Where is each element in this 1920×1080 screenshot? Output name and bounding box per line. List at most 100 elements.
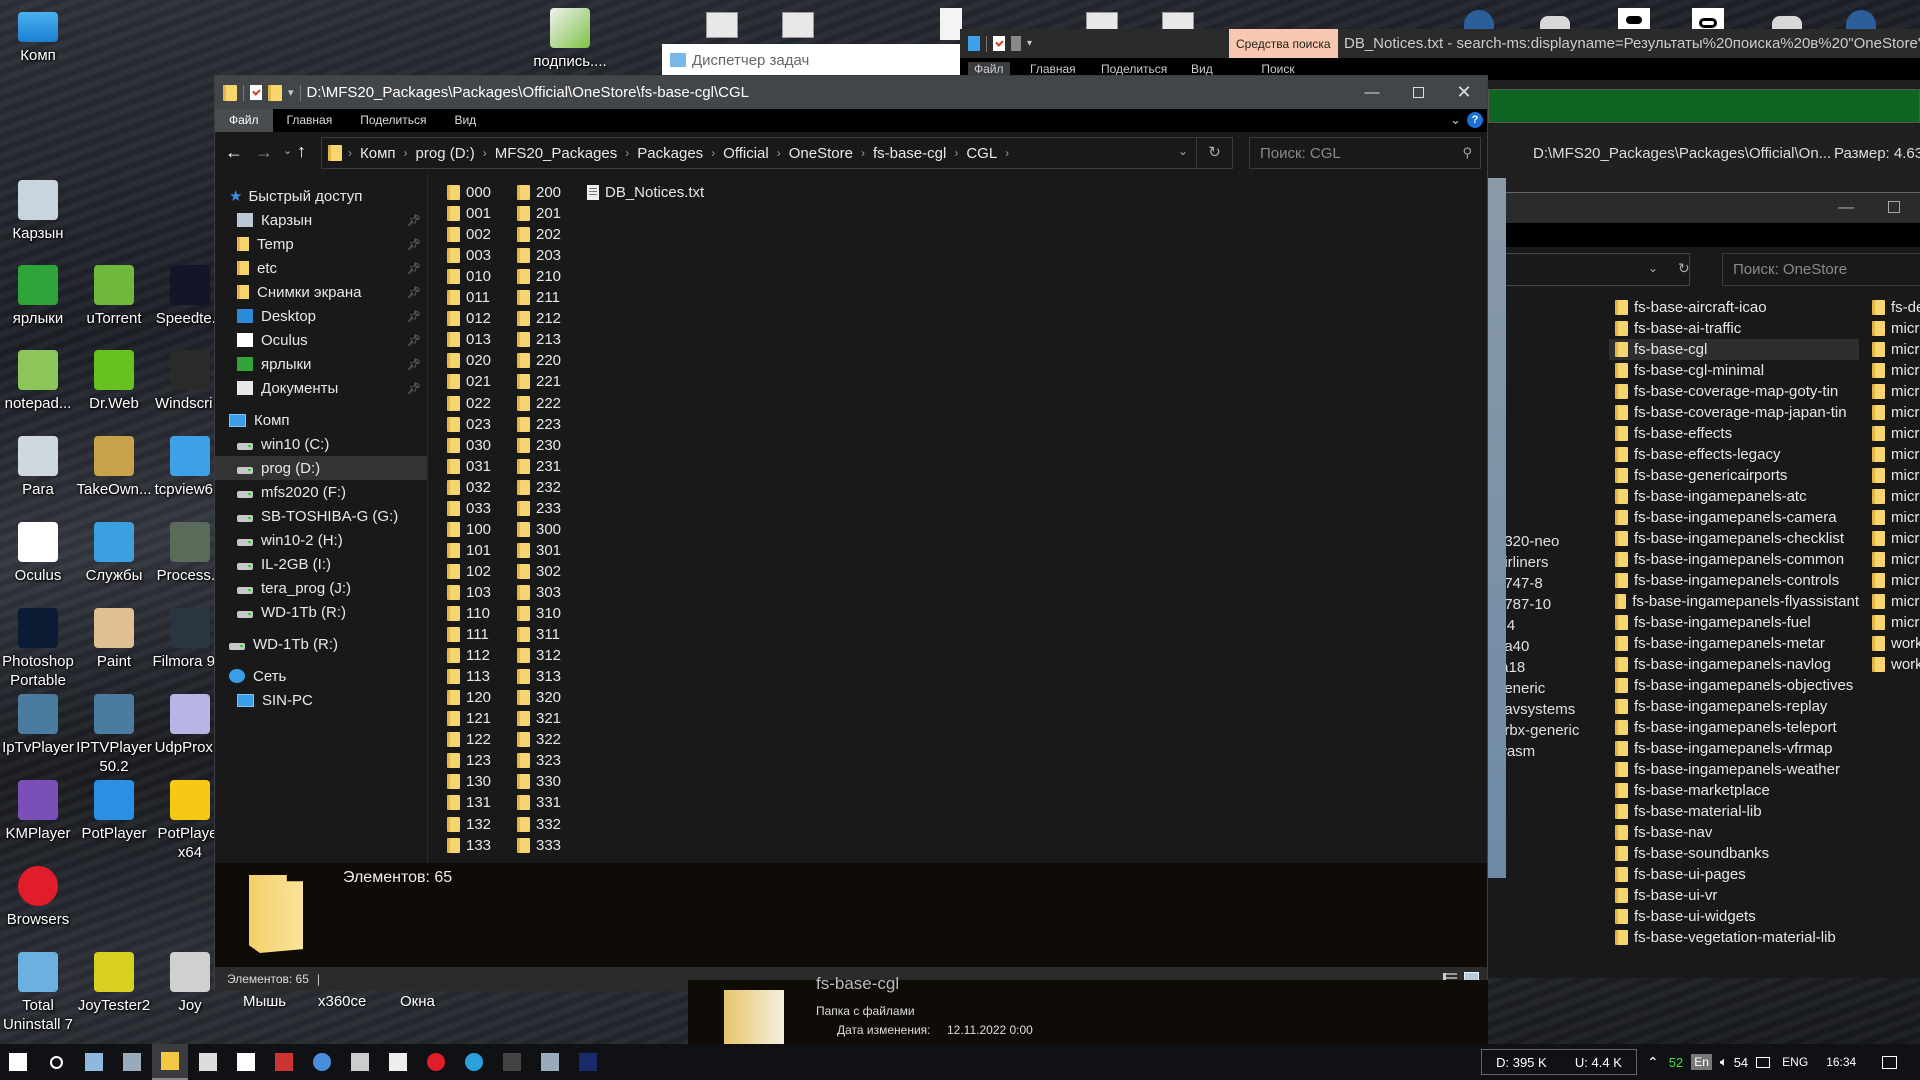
- desktop-icon[interactable]: notepad...: [0, 350, 76, 413]
- windscribe-icon[interactable]: [494, 1044, 530, 1080]
- steam-icon[interactable]: [1464, 10, 1494, 30]
- folder-item[interactable]: 303: [517, 582, 561, 603]
- folder-item[interactable]: 302: [517, 561, 561, 582]
- onestore-search-input[interactable]: Поиск: OneStore: [1722, 253, 1920, 286]
- telegram-icon[interactable]: [456, 1044, 492, 1080]
- search-icon[interactable]: [38, 1044, 74, 1080]
- onestore-folder-item[interactable]: fs-base-ui-vr: [1609, 885, 1859, 906]
- onestore-folder-item[interactable]: fs-base-ingamepanels-checklist: [1609, 528, 1859, 549]
- clock[interactable]: 16:34: [1826, 1055, 1856, 1069]
- onestore-folder-item[interactable]: micr: [1872, 444, 1919, 465]
- onestore-folder-item[interactable]: micr: [1872, 549, 1919, 570]
- bg-tab-file[interactable]: Файл: [968, 62, 1010, 76]
- file-item[interactable]: DB_Notices.txt: [587, 182, 704, 203]
- ghost-icon[interactable]: [380, 1044, 416, 1080]
- onestore-folder-item[interactable]: fs-base-marketplace: [1609, 780, 1859, 801]
- folder-item[interactable]: 210: [517, 266, 561, 287]
- breadcrumb-item[interactable]: fs-base-cgl: [867, 145, 952, 162]
- nav-item[interactable]: Документы 📌︎: [215, 376, 427, 400]
- maximize-button[interactable]: [1395, 76, 1441, 109]
- folder-item[interactable]: 200: [517, 182, 561, 203]
- desktop-icon[interactable]: IPTVPlayer 50.2: [76, 694, 152, 776]
- pin-icon[interactable]: 📌︎: [407, 334, 421, 347]
- folder-item[interactable]: 321: [517, 708, 561, 729]
- folder-item[interactable]: 103: [447, 582, 491, 603]
- folder-item[interactable]: 031: [447, 456, 491, 477]
- folder-item[interactable]: 220: [517, 350, 561, 371]
- folder-item[interactable]: 232: [517, 477, 561, 498]
- help-icon[interactable]: ?: [1467, 112, 1483, 128]
- folder-item[interactable]: 000: [447, 182, 491, 203]
- bg-title-bar[interactable]: ▾ Средства поиска DB_Notices.txt - searc…: [960, 29, 1920, 58]
- onestore-left-item[interactable]: orbx-generic: [1496, 720, 1579, 741]
- blank-file-icon[interactable]: [940, 8, 962, 40]
- network-icon[interactable]: [1756, 1056, 1771, 1068]
- onestore-folder-item[interactable]: fs-base-ingamepanels-controls: [1609, 570, 1859, 591]
- language-badge[interactable]: En: [1691, 1054, 1712, 1070]
- folder-item[interactable]: 300: [517, 519, 561, 540]
- explorer-window[interactable]: ▾ D:\MFS20_Packages\Packages\Official\On…: [214, 75, 1488, 991]
- task-monitor-icon[interactable]: [266, 1044, 302, 1080]
- eye-icon[interactable]: [1618, 8, 1650, 30]
- folder-item[interactable]: 212: [517, 308, 561, 329]
- breadcrumb-chevron-icon[interactable]: ›: [952, 146, 960, 160]
- onestore-folder-item[interactable]: fs-base-ai-traffic: [1609, 318, 1859, 339]
- pin-icon[interactable]: 📌︎: [407, 382, 421, 395]
- folder-item[interactable]: 023: [447, 414, 491, 435]
- gear-file-icon[interactable]: [706, 12, 738, 38]
- breadcrumb-item[interactable]: prog (D:): [410, 145, 481, 162]
- pin-icon[interactable]: 📌︎: [407, 238, 421, 251]
- breadcrumb-chevron-icon[interactable]: ›: [481, 146, 489, 160]
- settings-gear-icon[interactable]: [114, 1044, 150, 1080]
- desktop-icon[interactable]: Службы: [76, 522, 152, 585]
- onestore-folder-item[interactable]: fs-base-effects-legacy: [1609, 444, 1859, 465]
- nav-item[interactable]: Oculus 📌︎: [215, 328, 427, 352]
- pin-icon[interactable]: 📌︎: [407, 310, 421, 323]
- folder-item[interactable]: 001: [447, 203, 491, 224]
- folder-item[interactable]: 123: [447, 750, 491, 771]
- onestore-folder-item[interactable]: fs-base-coverage-map-goty-tin: [1609, 381, 1859, 402]
- folder-item[interactable]: 202: [517, 224, 561, 245]
- folder-item[interactable]: 332: [517, 814, 561, 835]
- action-center-icon[interactable]: [1882, 1055, 1898, 1069]
- folder-item[interactable]: 102: [447, 561, 491, 582]
- nav-item[interactable]: Temp 📌︎: [215, 232, 427, 256]
- breadcrumb-item[interactable]: OneStore: [783, 145, 859, 162]
- desktop-icon-top-1[interactable]: подпись....: [532, 8, 608, 71]
- onestore-folder-item[interactable]: fs-base-ingamepanels-teleport: [1609, 717, 1859, 738]
- onestore-folder-item[interactable]: fs-base-ui-pages: [1609, 864, 1859, 885]
- folder-item[interactable]: 320: [517, 687, 561, 708]
- onestore-folder-item[interactable]: fs-base-aircraft-icao: [1609, 297, 1859, 318]
- pin-icon[interactable]: 📌︎: [407, 214, 421, 227]
- drive-icon[interactable]: [190, 1044, 226, 1080]
- folder-item[interactable]: 021: [447, 371, 491, 392]
- desktop-icon-top-0[interactable]: Комп: [0, 8, 76, 65]
- app-circle-icon[interactable]: [304, 1044, 340, 1080]
- nav-item[interactable]: Карзын 📌︎: [215, 208, 427, 232]
- onestore-folder-item[interactable]: micr: [1872, 381, 1919, 402]
- nav-item[interactable]: Снимки экрана 📌︎: [215, 280, 427, 304]
- folder-item[interactable]: 020: [447, 350, 491, 371]
- qat-dropdown-icon[interactable]: ▾: [1027, 38, 1032, 49]
- task-manager-window-snippet[interactable]: Диспетчер задач: [662, 44, 962, 76]
- folder-item[interactable]: 312: [517, 645, 561, 666]
- forward-button[interactable]: →: [255, 142, 273, 163]
- address-dropdown-icon[interactable]: ⌄: [1178, 144, 1188, 158]
- plane-icon[interactable]: [342, 1044, 378, 1080]
- nav-item[interactable]: prog (D:): [215, 456, 427, 480]
- desktop-icon[interactable]: Карзын: [0, 180, 76, 243]
- gamepad-icon[interactable]: [1540, 16, 1570, 30]
- onestore-folder-item[interactable]: fs-base-ingamepanels-camera: [1609, 507, 1859, 528]
- nav-item[interactable]: SIN-PC: [215, 688, 427, 712]
- onestore-folder-item[interactable]: fs-base-ui-widgets: [1609, 906, 1859, 927]
- folder-item[interactable]: 022: [447, 393, 491, 414]
- desktop-icon[interactable]: Oculus: [0, 522, 76, 585]
- folder-item[interactable]: 002: [447, 224, 491, 245]
- onestore-folder-item[interactable]: fs-base-ingamepanels-weather: [1609, 759, 1859, 780]
- onestore-folder-item[interactable]: fs-base-effects: [1609, 423, 1859, 444]
- onestore-folder-item[interactable]: fs-base-material-lib: [1609, 801, 1859, 822]
- onestore-folder-item[interactable]: fs-base-vegetation-material-lib: [1609, 927, 1859, 948]
- nav-item[interactable]: ★ Быстрый доступ: [215, 184, 427, 208]
- show-hidden-icons-button[interactable]: ⌃: [1647, 1054, 1659, 1071]
- file-explorer-icon[interactable]: [152, 1044, 188, 1080]
